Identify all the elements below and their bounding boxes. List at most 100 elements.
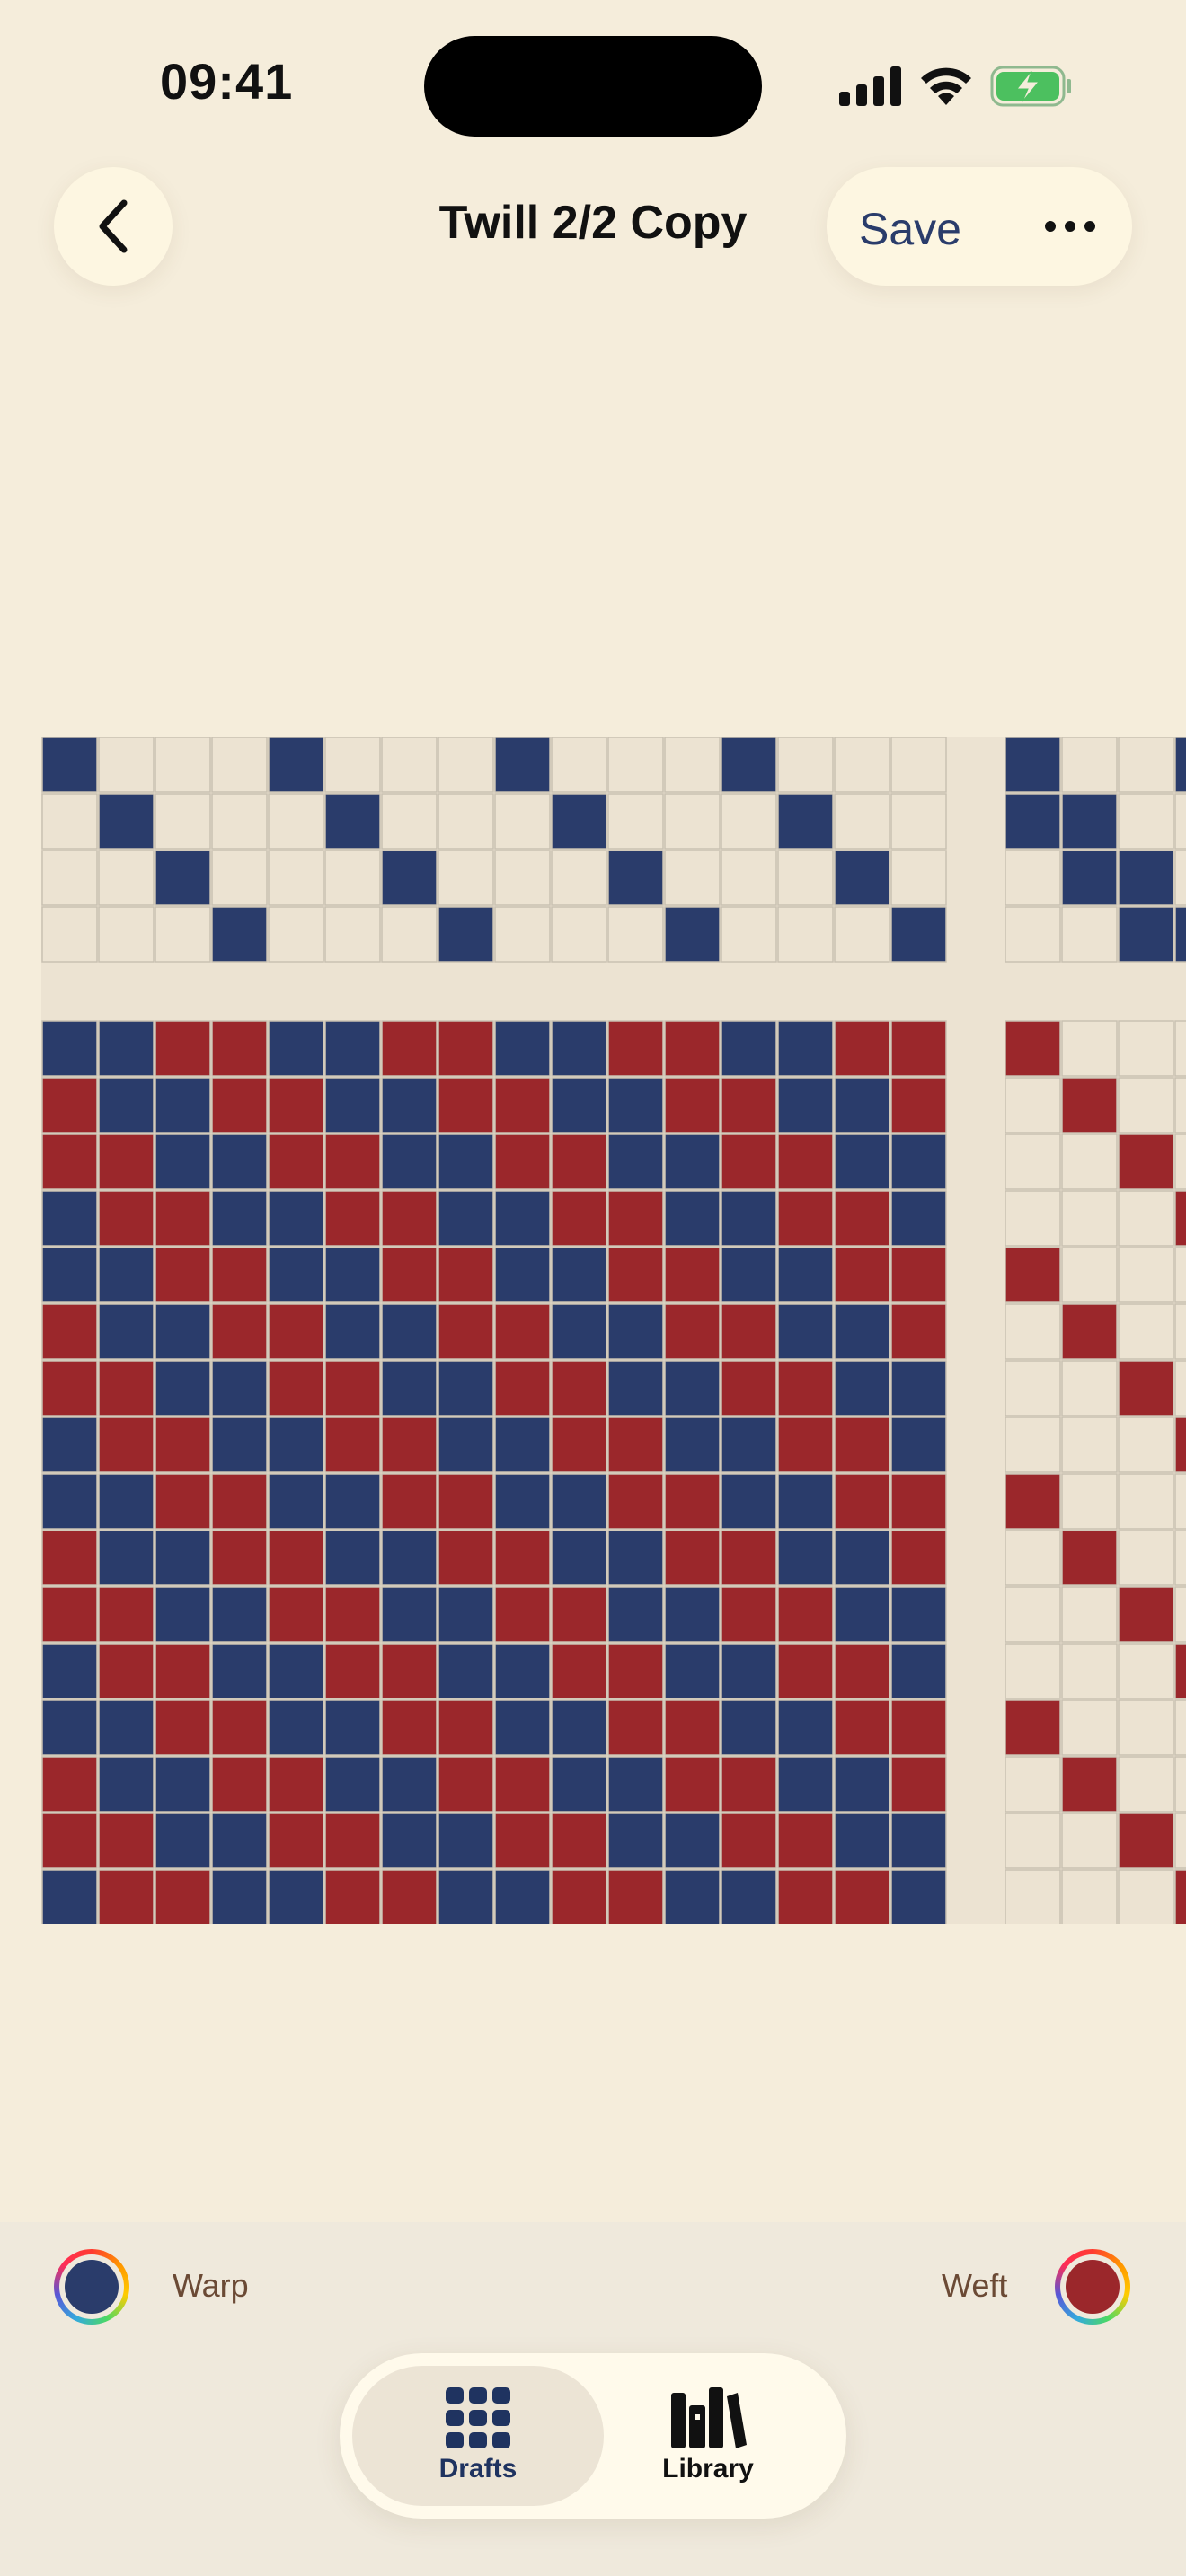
drawdown-cell[interactable]	[777, 1530, 834, 1586]
threading-cell[interactable]	[777, 850, 834, 906]
drawdown-cell[interactable]	[607, 1869, 664, 1924]
drawdown-cell[interactable]	[777, 1020, 834, 1077]
drawdown-cell[interactable]	[721, 1303, 777, 1360]
drawdown-cell[interactable]	[41, 1643, 98, 1699]
tieup-cell[interactable]	[1118, 793, 1174, 850]
drawdown-cell[interactable]	[721, 1813, 777, 1869]
drawdown-cell[interactable]	[211, 1756, 268, 1813]
drawdown-cell[interactable]	[664, 1473, 721, 1530]
drawdown-cell[interactable]	[834, 1756, 890, 1813]
drawdown-cell[interactable]	[438, 1530, 494, 1586]
drawdown-cell[interactable]	[890, 1699, 947, 1756]
drawdown-cell[interactable]	[324, 1360, 381, 1416]
treadling-cell[interactable]	[1005, 1756, 1061, 1813]
threading-cell[interactable]	[268, 850, 324, 906]
tieup-cell[interactable]	[1005, 906, 1061, 963]
drawdown-cell[interactable]	[381, 1530, 438, 1586]
drawdown-cell[interactable]	[890, 1247, 947, 1303]
drawdown-cell[interactable]	[777, 1869, 834, 1924]
drawdown-cell[interactable]	[890, 1416, 947, 1473]
drawdown-cell[interactable]	[268, 1190, 324, 1247]
warp-color-picker[interactable]	[54, 2249, 129, 2325]
drawdown-cell[interactable]	[494, 1869, 551, 1924]
drawdown-cell[interactable]	[268, 1586, 324, 1643]
drawdown-cell[interactable]	[777, 1416, 834, 1473]
drawdown-cell[interactable]	[834, 1416, 890, 1473]
drawdown-cell[interactable]	[494, 1247, 551, 1303]
treadling-cell[interactable]	[1061, 1643, 1118, 1699]
treadling-cell[interactable]	[1174, 1020, 1186, 1077]
drawdown-cell[interactable]	[98, 1699, 155, 1756]
threading-cell[interactable]	[664, 793, 721, 850]
drawdown-cell[interactable]	[551, 1247, 607, 1303]
treadling-cell[interactable]	[1118, 1190, 1174, 1247]
drawdown-cell[interactable]	[551, 1756, 607, 1813]
drawdown-cell[interactable]	[211, 1813, 268, 1869]
treadling-cell[interactable]	[1174, 1077, 1186, 1134]
threading-cell[interactable]	[268, 793, 324, 850]
threading-cell[interactable]	[834, 906, 890, 963]
drawdown-cell[interactable]	[834, 1473, 890, 1530]
drawdown-cell[interactable]	[268, 1303, 324, 1360]
drawdown-cell[interactable]	[268, 1699, 324, 1756]
drawdown-cell[interactable]	[777, 1303, 834, 1360]
drawdown-cell[interactable]	[834, 1134, 890, 1190]
drawdown-cell[interactable]	[438, 1586, 494, 1643]
tieup-cell[interactable]	[1174, 737, 1186, 793]
drawdown-cell[interactable]	[41, 1813, 98, 1869]
drawdown-cell[interactable]	[494, 1586, 551, 1643]
drawdown-cell[interactable]	[268, 1473, 324, 1530]
drawdown-cell[interactable]	[494, 1473, 551, 1530]
threading-cell[interactable]	[777, 737, 834, 793]
drawdown-cell[interactable]	[211, 1869, 268, 1924]
drawdown-cell[interactable]	[890, 1756, 947, 1813]
drawdown-cell[interactable]	[721, 1134, 777, 1190]
drawdown-cell[interactable]	[890, 1869, 947, 1924]
drawdown-cell[interactable]	[551, 1190, 607, 1247]
drawdown-cell[interactable]	[664, 1134, 721, 1190]
drawdown-cell[interactable]	[211, 1303, 268, 1360]
threading-cell[interactable]	[268, 906, 324, 963]
treadling-cell[interactable]	[1118, 1360, 1174, 1416]
drawdown-cell[interactable]	[155, 1360, 211, 1416]
drawdown-cell[interactable]	[721, 1699, 777, 1756]
more-options-button[interactable]	[1039, 199, 1102, 253]
threading-cell[interactable]	[324, 850, 381, 906]
treadling-cell[interactable]	[1118, 1530, 1174, 1586]
drawdown-cell[interactable]	[324, 1303, 381, 1360]
drawdown-cell[interactable]	[155, 1869, 211, 1924]
drawdown-cell[interactable]	[41, 1699, 98, 1756]
treadling-cell[interactable]	[1118, 1756, 1174, 1813]
drawdown-cell[interactable]	[438, 1869, 494, 1924]
threading-cell[interactable]	[890, 793, 947, 850]
threading-cell[interactable]	[777, 793, 834, 850]
drawdown-cell[interactable]	[890, 1530, 947, 1586]
drawdown-cell[interactable]	[98, 1077, 155, 1134]
drawdown-cell[interactable]	[438, 1077, 494, 1134]
drawdown-cell[interactable]	[381, 1134, 438, 1190]
treadling-cell[interactable]	[1118, 1134, 1174, 1190]
drawdown-cell[interactable]	[664, 1586, 721, 1643]
treadling-cell[interactable]	[1118, 1699, 1174, 1756]
threading-cell[interactable]	[890, 850, 947, 906]
drawdown-cell[interactable]	[777, 1134, 834, 1190]
drawdown-cell[interactable]	[607, 1247, 664, 1303]
threading-cell[interactable]	[777, 906, 834, 963]
drawdown-cell[interactable]	[721, 1756, 777, 1813]
drawdown-cell[interactable]	[664, 1077, 721, 1134]
treadling-cell[interactable]	[1174, 1530, 1186, 1586]
drawdown-cell[interactable]	[324, 1020, 381, 1077]
threading-cell[interactable]	[834, 793, 890, 850]
drawdown-cell[interactable]	[551, 1416, 607, 1473]
drawdown-cell[interactable]	[721, 1643, 777, 1699]
drawdown-cell[interactable]	[268, 1134, 324, 1190]
drawdown-cell[interactable]	[494, 1416, 551, 1473]
treadling-cell[interactable]	[1174, 1303, 1186, 1360]
threading-cell[interactable]	[834, 737, 890, 793]
drawdown-cell[interactable]	[834, 1869, 890, 1924]
treadling-cell[interactable]	[1174, 1699, 1186, 1756]
drawdown-cell[interactable]	[777, 1247, 834, 1303]
drawdown-cell[interactable]	[381, 1190, 438, 1247]
drawdown-cell[interactable]	[607, 1416, 664, 1473]
drawdown-cell[interactable]	[324, 1699, 381, 1756]
